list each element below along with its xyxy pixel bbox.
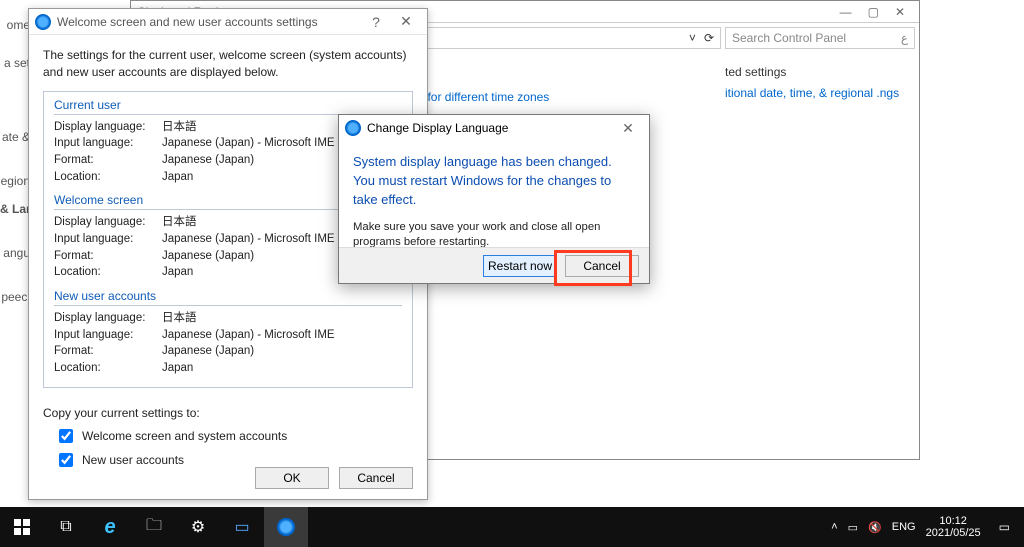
search-input[interactable]: Search Control Panel ع [725, 27, 915, 49]
group-heading: Current user [54, 98, 402, 112]
help-icon[interactable]: ? [361, 14, 391, 30]
tray-chevron-icon[interactable]: ˄ [831, 521, 837, 533]
minimize-icon[interactable]: — [832, 5, 860, 19]
dialog-title: Change Display Language [367, 121, 613, 135]
related-link[interactable]: itional date, time, & regional .ngs [725, 85, 913, 102]
cancel-button[interactable]: Cancel [565, 255, 639, 277]
chk-welcome-system[interactable]: Welcome screen and system accounts [43, 426, 413, 446]
dialog-title: Welcome screen and new user accounts set… [57, 15, 361, 29]
tray-volume-icon[interactable]: 🔇 [868, 521, 882, 534]
restart-now-button[interactable]: Restart now [483, 255, 557, 277]
taskbar: ⧉ e 🗀 ⚙ ▭ ˄ ▭ 🔇 ENG 10:12 2021/05/25 ▭ [0, 507, 1024, 547]
globe-icon [35, 14, 51, 30]
change-display-language-dialog: Change Display Language ✕ System display… [338, 114, 650, 284]
bg-left-nav: ome a set ate & egion & Lan angu peecl [0, 0, 30, 500]
action-center-icon[interactable]: ▭ [991, 520, 1018, 534]
maximize-icon[interactable]: ▢ [860, 5, 887, 19]
file-explorer-icon[interactable]: 🗀 [132, 507, 176, 547]
tray-network-icon[interactable]: ▭ [848, 521, 858, 534]
globe-icon [345, 120, 361, 136]
tray-language[interactable]: ENG [892, 521, 916, 533]
search-icon: ع [901, 31, 908, 45]
related-heading: ted settings [725, 65, 913, 79]
taskbar-app-active[interactable] [264, 507, 308, 547]
start-button[interactable] [0, 507, 44, 547]
close-icon[interactable]: ✕ [887, 5, 913, 19]
intro-text: The settings for the current user, welco… [43, 47, 413, 81]
tray-clock[interactable]: 10:12 2021/05/25 [926, 515, 981, 539]
task-view-icon[interactable]: ⧉ [44, 507, 88, 547]
ok-button[interactable]: OK [255, 467, 329, 489]
group-heading: New user accounts [54, 289, 402, 303]
message-text: System display language has been changed… [339, 141, 649, 214]
ie-icon[interactable]: e [88, 507, 132, 547]
dropdown-icon[interactable]: ˅ [689, 31, 696, 45]
cancel-button[interactable]: Cancel [339, 467, 413, 489]
close-icon[interactable]: ✕ [613, 120, 643, 137]
refresh-icon[interactable]: ⟳ [704, 31, 714, 45]
close-icon[interactable]: ✕ [391, 13, 421, 30]
settings-icon[interactable]: ⚙ [176, 507, 220, 547]
taskbar-app[interactable]: ▭ [220, 507, 264, 547]
copy-heading: Copy your current settings to: [43, 406, 413, 420]
